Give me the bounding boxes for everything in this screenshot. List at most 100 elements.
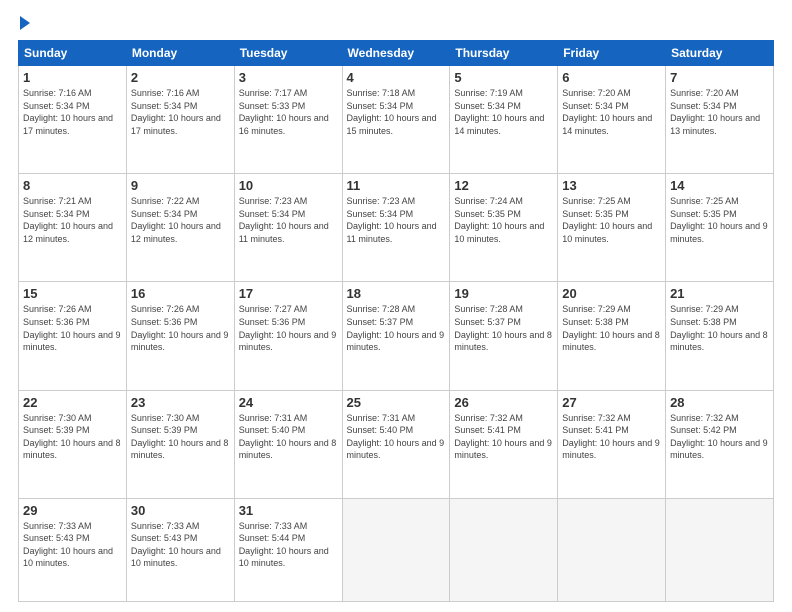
day-number: 11 bbox=[347, 178, 446, 193]
day-number: 3 bbox=[239, 70, 338, 85]
day-number: 10 bbox=[239, 178, 338, 193]
day-header-tuesday: Tuesday bbox=[234, 41, 342, 66]
calendar-cell: 2 Sunrise: 7:16 AMSunset: 5:34 PMDaylight… bbox=[126, 66, 234, 174]
day-number: 26 bbox=[454, 395, 553, 410]
logo-arrow-icon bbox=[20, 16, 30, 30]
day-info: Sunrise: 7:22 AMSunset: 5:34 PMDaylight:… bbox=[131, 195, 230, 245]
day-info: Sunrise: 7:17 AMSunset: 5:33 PMDaylight:… bbox=[239, 87, 338, 137]
week-row-3: 15 Sunrise: 7:26 AMSunset: 5:36 PMDayligh… bbox=[19, 282, 774, 390]
day-info: Sunrise: 7:33 AMSunset: 5:43 PMDaylight:… bbox=[23, 520, 122, 570]
page: SundayMondayTuesdayWednesdayThursdayFrid… bbox=[0, 0, 792, 612]
day-info: Sunrise: 7:21 AMSunset: 5:34 PMDaylight:… bbox=[23, 195, 122, 245]
day-info: Sunrise: 7:32 AMSunset: 5:42 PMDaylight:… bbox=[670, 412, 769, 462]
calendar-cell: 3 Sunrise: 7:17 AMSunset: 5:33 PMDaylight… bbox=[234, 66, 342, 174]
day-info: Sunrise: 7:28 AMSunset: 5:37 PMDaylight:… bbox=[347, 303, 446, 353]
day-info: Sunrise: 7:19 AMSunset: 5:34 PMDaylight:… bbox=[454, 87, 553, 137]
day-info: Sunrise: 7:29 AMSunset: 5:38 PMDaylight:… bbox=[670, 303, 769, 353]
day-number: 21 bbox=[670, 286, 769, 301]
calendar-cell: 9 Sunrise: 7:22 AMSunset: 5:34 PMDaylight… bbox=[126, 174, 234, 282]
day-info: Sunrise: 7:16 AMSunset: 5:34 PMDaylight:… bbox=[23, 87, 122, 137]
day-info: Sunrise: 7:29 AMSunset: 5:38 PMDaylight:… bbox=[562, 303, 661, 353]
day-header-wednesday: Wednesday bbox=[342, 41, 450, 66]
calendar-cell bbox=[558, 498, 666, 601]
day-info: Sunrise: 7:25 AMSunset: 5:35 PMDaylight:… bbox=[562, 195, 661, 245]
calendar-body: 1 Sunrise: 7:16 AMSunset: 5:34 PMDaylight… bbox=[19, 66, 774, 602]
calendar-cell: 5Sunrise: 7:19 AMSunset: 5:34 PMDaylight… bbox=[450, 66, 558, 174]
calendar-cell: 31 Sunrise: 7:33 AMSunset: 5:44 PMDayligh… bbox=[234, 498, 342, 601]
day-number: 20 bbox=[562, 286, 661, 301]
calendar-cell: 14 Sunrise: 7:25 AMSunset: 5:35 PMDayligh… bbox=[666, 174, 774, 282]
calendar-cell: 11 Sunrise: 7:23 AMSunset: 5:34 PMDayligh… bbox=[342, 174, 450, 282]
day-info: Sunrise: 7:23 AMSunset: 5:34 PMDaylight:… bbox=[347, 195, 446, 245]
week-row-2: 8 Sunrise: 7:21 AMSunset: 5:34 PMDaylight… bbox=[19, 174, 774, 282]
week-row-4: 22 Sunrise: 7:30 AMSunset: 5:39 PMDayligh… bbox=[19, 390, 774, 498]
day-info: Sunrise: 7:20 AMSunset: 5:34 PMDaylight:… bbox=[562, 87, 661, 137]
day-number: 23 bbox=[131, 395, 230, 410]
day-number: 22 bbox=[23, 395, 122, 410]
day-info: Sunrise: 7:16 AMSunset: 5:34 PMDaylight:… bbox=[131, 87, 230, 137]
day-number: 18 bbox=[347, 286, 446, 301]
week-row-1: 1 Sunrise: 7:16 AMSunset: 5:34 PMDaylight… bbox=[19, 66, 774, 174]
day-header-thursday: Thursday bbox=[450, 41, 558, 66]
day-number: 24 bbox=[239, 395, 338, 410]
day-header-saturday: Saturday bbox=[666, 41, 774, 66]
day-number: 7 bbox=[670, 70, 769, 85]
header bbox=[18, 18, 774, 30]
calendar-cell: 25Sunrise: 7:31 AMSunset: 5:40 PMDayligh… bbox=[342, 390, 450, 498]
calendar-cell: 30 Sunrise: 7:33 AMSunset: 5:43 PMDayligh… bbox=[126, 498, 234, 601]
day-info: Sunrise: 7:25 AMSunset: 5:35 PMDaylight:… bbox=[670, 195, 769, 245]
day-info: Sunrise: 7:24 AMSunset: 5:35 PMDaylight:… bbox=[454, 195, 553, 245]
day-info: Sunrise: 7:26 AMSunset: 5:36 PMDaylight:… bbox=[131, 303, 230, 353]
calendar-header-row: SundayMondayTuesdayWednesdayThursdayFrid… bbox=[19, 41, 774, 66]
calendar-cell: 18 Sunrise: 7:28 AMSunset: 5:37 PMDayligh… bbox=[342, 282, 450, 390]
day-header-friday: Friday bbox=[558, 41, 666, 66]
day-number: 9 bbox=[131, 178, 230, 193]
day-number: 2 bbox=[131, 70, 230, 85]
day-number: 13 bbox=[562, 178, 661, 193]
calendar-cell: 28 Sunrise: 7:32 AMSunset: 5:42 PMDayligh… bbox=[666, 390, 774, 498]
calendar-cell bbox=[666, 498, 774, 601]
calendar-table: SundayMondayTuesdayWednesdayThursdayFrid… bbox=[18, 40, 774, 602]
calendar-cell: 27Sunrise: 7:32 AMSunset: 5:41 PMDayligh… bbox=[558, 390, 666, 498]
calendar-cell: 29Sunrise: 7:33 AMSunset: 5:43 PMDayligh… bbox=[19, 498, 127, 601]
calendar-cell: 13 Sunrise: 7:25 AMSunset: 5:35 PMDayligh… bbox=[558, 174, 666, 282]
day-info: Sunrise: 7:33 AMSunset: 5:44 PMDaylight:… bbox=[239, 520, 338, 570]
day-info: Sunrise: 7:32 AMSunset: 5:41 PMDaylight:… bbox=[454, 412, 553, 462]
calendar-cell bbox=[450, 498, 558, 601]
calendar-cell: 20 Sunrise: 7:29 AMSunset: 5:38 PMDayligh… bbox=[558, 282, 666, 390]
calendar-cell: 7Sunrise: 7:20 AMSunset: 5:34 PMDaylight… bbox=[666, 66, 774, 174]
calendar-cell: 24 Sunrise: 7:31 AMSunset: 5:40 PMDayligh… bbox=[234, 390, 342, 498]
day-header-sunday: Sunday bbox=[19, 41, 127, 66]
day-number: 12 bbox=[454, 178, 553, 193]
day-number: 4 bbox=[347, 70, 446, 85]
calendar-cell: 12 Sunrise: 7:24 AMSunset: 5:35 PMDayligh… bbox=[450, 174, 558, 282]
week-row-5: 29Sunrise: 7:33 AMSunset: 5:43 PMDayligh… bbox=[19, 498, 774, 601]
day-number: 25 bbox=[347, 395, 446, 410]
calendar-cell: 19Sunrise: 7:28 AMSunset: 5:37 PMDayligh… bbox=[450, 282, 558, 390]
logo bbox=[18, 18, 30, 30]
calendar-cell bbox=[342, 498, 450, 601]
day-number: 27 bbox=[562, 395, 661, 410]
day-number: 15 bbox=[23, 286, 122, 301]
calendar-cell: 4Sunrise: 7:18 AMSunset: 5:34 PMDaylight… bbox=[342, 66, 450, 174]
calendar-cell: 1 Sunrise: 7:16 AMSunset: 5:34 PMDaylight… bbox=[19, 66, 127, 174]
day-number: 14 bbox=[670, 178, 769, 193]
calendar-cell: 8 Sunrise: 7:21 AMSunset: 5:34 PMDaylight… bbox=[19, 174, 127, 282]
day-number: 8 bbox=[23, 178, 122, 193]
day-number: 16 bbox=[131, 286, 230, 301]
day-number: 31 bbox=[239, 503, 338, 518]
calendar-cell: 21 Sunrise: 7:29 AMSunset: 5:38 PMDayligh… bbox=[666, 282, 774, 390]
day-number: 30 bbox=[131, 503, 230, 518]
day-number: 17 bbox=[239, 286, 338, 301]
day-info: Sunrise: 7:31 AMSunset: 5:40 PMDaylight:… bbox=[239, 412, 338, 462]
calendar-cell: 23 Sunrise: 7:30 AMSunset: 5:39 PMDayligh… bbox=[126, 390, 234, 498]
day-info: Sunrise: 7:30 AMSunset: 5:39 PMDaylight:… bbox=[131, 412, 230, 462]
calendar-cell: 15Sunrise: 7:26 AMSunset: 5:36 PMDayligh… bbox=[19, 282, 127, 390]
day-number: 1 bbox=[23, 70, 122, 85]
calendar-cell: 6 Sunrise: 7:20 AMSunset: 5:34 PMDaylight… bbox=[558, 66, 666, 174]
calendar-cell: 17Sunrise: 7:27 AMSunset: 5:36 PMDayligh… bbox=[234, 282, 342, 390]
day-info: Sunrise: 7:33 AMSunset: 5:43 PMDaylight:… bbox=[131, 520, 230, 570]
day-header-monday: Monday bbox=[126, 41, 234, 66]
day-number: 28 bbox=[670, 395, 769, 410]
day-number: 6 bbox=[562, 70, 661, 85]
